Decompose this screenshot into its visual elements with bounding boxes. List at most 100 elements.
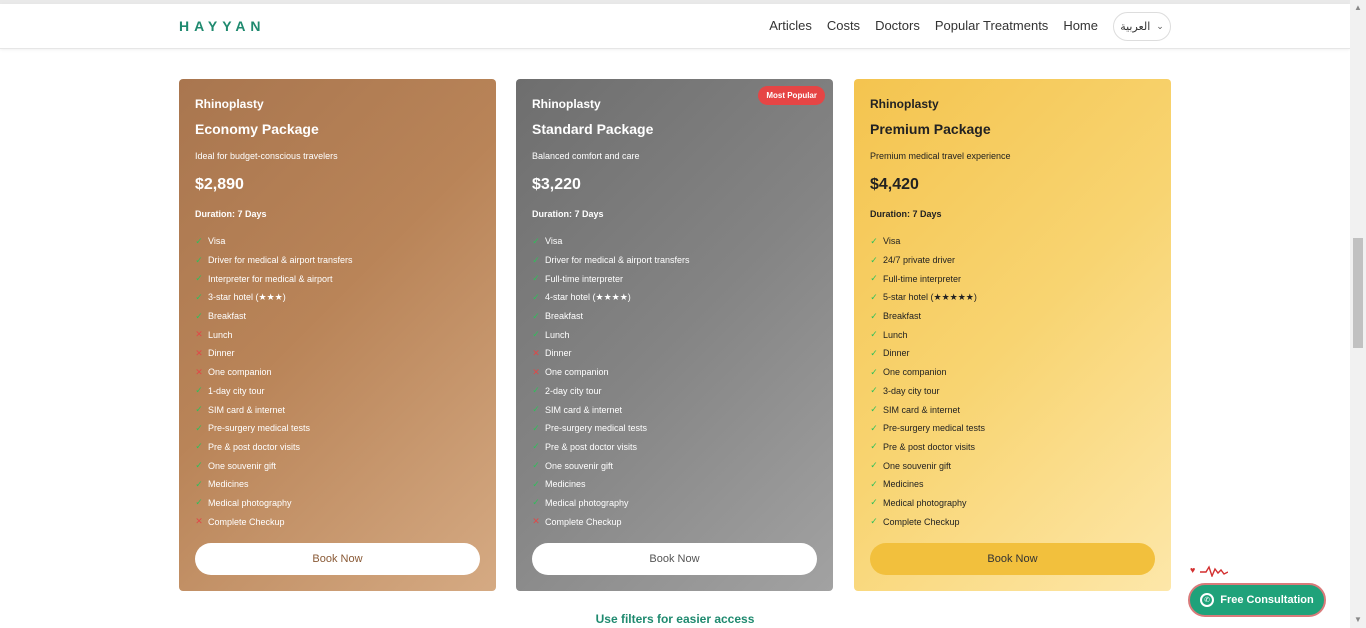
package-price: $4,420 xyxy=(870,176,919,193)
feature-label: Dinner xyxy=(208,348,235,359)
feature-item: ✓ Visa xyxy=(870,232,1155,251)
free-consultation-label: Free Consultation xyxy=(1220,594,1314,606)
scroll-down-arrow-icon[interactable]: ▼ xyxy=(1354,616,1362,624)
feature-item: ✓ Pre & post doctor visits xyxy=(195,438,480,457)
feature-label: One souvenir gift xyxy=(545,460,614,471)
feature-item: ✓ Pre & post doctor visits xyxy=(532,438,817,457)
main-nav: Articles Costs Doctors Popular Treatment… xyxy=(769,18,1098,33)
feature-label: Interpreter for medical & airport xyxy=(208,273,333,284)
package-duration: Duration: 7 Days xyxy=(870,209,942,219)
feature-label: 3-day city tour xyxy=(883,385,940,396)
book-now-button[interactable]: Book Now xyxy=(532,543,817,575)
check-icon: ✓ xyxy=(195,310,203,321)
feature-item: ✓ One souvenir gift xyxy=(195,456,480,475)
premium-package-card: Rhinoplasty Premium Package Premium medi… xyxy=(854,79,1171,591)
cross-icon: ✕ xyxy=(532,366,540,377)
feature-label: Medicines xyxy=(883,479,924,490)
site-logo[interactable]: HAYYAN xyxy=(179,18,266,34)
feature-label: Visa xyxy=(883,236,901,247)
language-selector[interactable]: العربية ⌄ xyxy=(1113,12,1171,41)
feature-item: ✓ Breakfast xyxy=(870,307,1155,326)
book-now-button[interactable]: Book Now xyxy=(870,543,1155,575)
feature-label: Visa xyxy=(208,236,226,247)
feature-item: ✕ Complete Checkup xyxy=(532,512,817,531)
check-icon: ✓ xyxy=(195,404,203,415)
feature-label: One companion xyxy=(208,367,272,378)
check-icon: ✓ xyxy=(532,273,540,284)
package-duration: Duration: 7 Days xyxy=(532,209,604,219)
feature-label: 3-star hotel (★★★) xyxy=(208,291,286,302)
feature-item: ✓ SIM card & internet xyxy=(870,400,1155,419)
feature-item: ✓ Driver for medical & airport transfers xyxy=(532,251,817,270)
package-title: Economy Package xyxy=(195,121,319,137)
filters-link[interactable]: Use filters for easier access xyxy=(0,612,1350,626)
feature-label: Medicines xyxy=(208,479,249,490)
feature-item: ✓ Medical photography xyxy=(870,494,1155,513)
check-icon: ✓ xyxy=(195,460,203,471)
cross-icon: ✕ xyxy=(532,347,540,358)
check-icon: ✓ xyxy=(870,422,878,433)
feature-item: ✓ Pre & post doctor visits xyxy=(870,438,1155,457)
feature-item: ✓ Breakfast xyxy=(195,307,480,326)
feature-item: ✓ Medical photography xyxy=(532,494,817,513)
check-icon: ✓ xyxy=(195,235,203,246)
feature-label: 4-star hotel (★★★★) xyxy=(545,291,631,302)
scroll-up-arrow-icon[interactable]: ▲ xyxy=(1354,4,1362,12)
nav-costs[interactable]: Costs xyxy=(827,18,860,33)
check-icon: ✓ xyxy=(195,478,203,489)
feature-label: Medical photography xyxy=(883,497,967,508)
feature-item: ✓ Lunch xyxy=(870,325,1155,344)
nav-doctors[interactable]: Doctors xyxy=(875,18,920,33)
feature-label: Breakfast xyxy=(208,311,247,322)
check-icon: ✓ xyxy=(195,291,203,302)
package-price: $2,890 xyxy=(195,176,244,193)
check-icon: ✓ xyxy=(870,366,878,377)
check-icon: ✓ xyxy=(195,497,203,508)
feature-list: ✓ Visa ✓ Driver for medical & airport trans… xyxy=(195,232,480,531)
feature-label: Medical photography xyxy=(208,497,292,508)
feature-item: ✓ Visa xyxy=(532,232,817,251)
feature-label: One companion xyxy=(545,367,609,378)
check-icon: ✓ xyxy=(532,478,540,489)
check-icon: ✓ xyxy=(195,273,203,284)
check-icon: ✓ xyxy=(870,291,878,302)
check-icon: ✓ xyxy=(870,460,878,471)
heartbeat-icon xyxy=(1200,565,1228,577)
check-icon: ✓ xyxy=(870,347,878,358)
scrollbar-thumb[interactable] xyxy=(1353,238,1363,348)
feature-label: 5-star hotel (★★★★★) xyxy=(883,291,977,302)
feature-label: Pre-surgery medical tests xyxy=(208,423,311,434)
check-icon: ✓ xyxy=(532,460,540,471)
check-icon: ✓ xyxy=(870,497,878,508)
nav-home[interactable]: Home xyxy=(1063,18,1098,33)
feature-item: ✓ 1-day city tour xyxy=(195,382,480,401)
free-consultation-button[interactable]: ✆ Free Consultation xyxy=(1188,583,1326,617)
page-scrollbar[interactable]: ▲ ▼ xyxy=(1350,0,1366,628)
site-header: HAYYAN Articles Costs Doctors Popular Tr… xyxy=(0,4,1350,49)
feature-item: ✓ Pre-surgery medical tests xyxy=(532,419,817,438)
feature-label: Pre & post doctor visits xyxy=(883,441,976,452)
check-icon: ✓ xyxy=(870,385,878,396)
package-description: Ideal for budget-conscious travelers xyxy=(195,151,338,161)
feature-item: ✓ Pre-surgery medical tests xyxy=(870,419,1155,438)
standard-package-card: Most Popular Rhinoplasty Standard Packag… xyxy=(516,79,833,591)
check-icon: ✓ xyxy=(532,235,540,246)
check-icon: ✓ xyxy=(532,404,540,415)
feature-list: ✓ Visa ✓ Driver for medical & airport trans… xyxy=(532,232,817,531)
cross-icon: ✕ xyxy=(195,366,203,377)
check-icon: ✓ xyxy=(870,310,878,321)
book-now-button[interactable]: Book Now xyxy=(195,543,480,575)
check-icon: ✓ xyxy=(532,441,540,452)
feature-label: Full-time interpreter xyxy=(883,273,962,284)
feature-item: ✓ 5-star hotel (★★★★★) xyxy=(870,288,1155,307)
check-icon: ✓ xyxy=(532,422,540,433)
check-icon: ✓ xyxy=(532,254,540,265)
package-title: Standard Package xyxy=(532,121,654,137)
package-description: Balanced comfort and care xyxy=(532,151,640,161)
check-icon: ✓ xyxy=(870,478,878,489)
most-popular-badge: Most Popular xyxy=(758,86,825,105)
feature-label: One companion xyxy=(883,367,947,378)
nav-popular-treatments[interactable]: Popular Treatments xyxy=(935,18,1048,33)
feature-item: ✓ Dinner xyxy=(870,344,1155,363)
nav-articles[interactable]: Articles xyxy=(769,18,812,33)
